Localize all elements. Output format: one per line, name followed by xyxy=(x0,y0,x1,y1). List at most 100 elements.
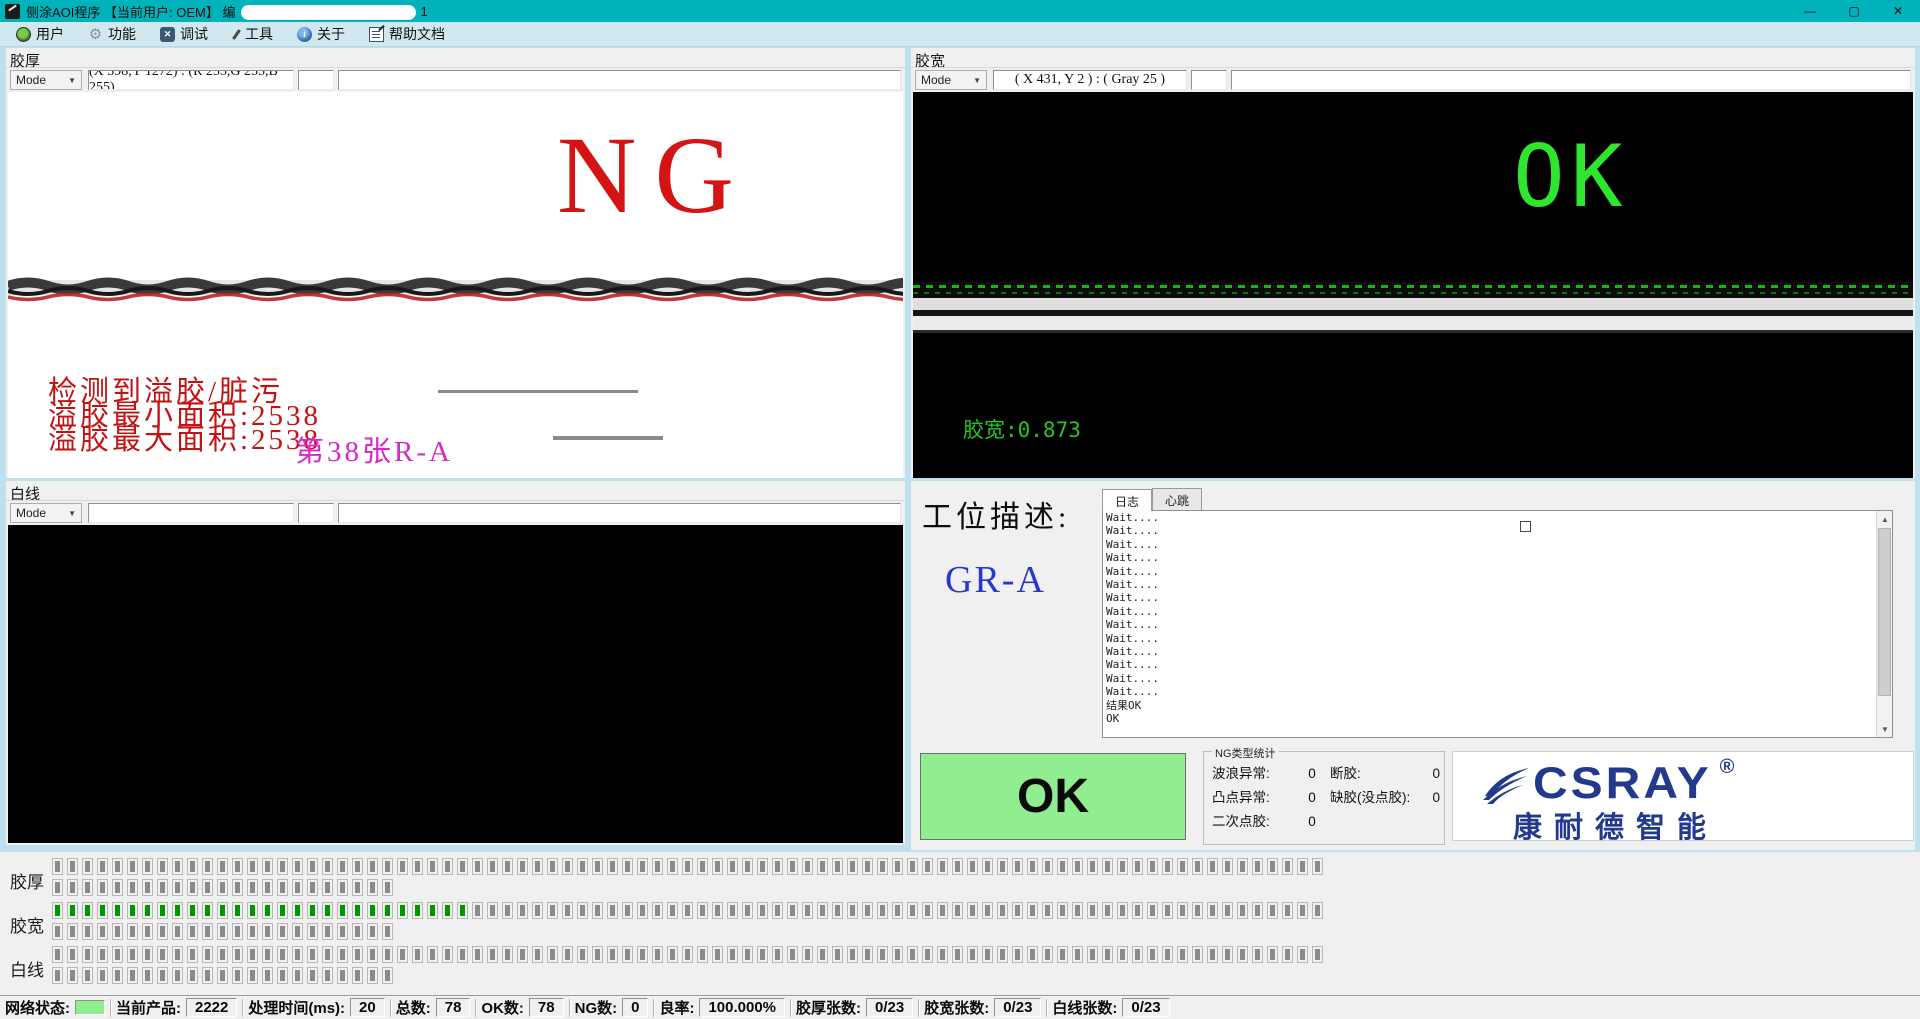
menu-item-label: 用户 xyxy=(36,24,64,44)
indicator-cell xyxy=(52,946,63,963)
indicator-cell xyxy=(1132,858,1143,875)
indicator-cell xyxy=(862,858,873,875)
indicator-cell xyxy=(127,902,138,919)
vendor-logo: CSRAY ® 康耐德智能 xyxy=(1452,751,1914,841)
menu-item-about[interactable]: 关于 xyxy=(289,22,353,46)
result-ok-button[interactable]: OK xyxy=(920,753,1186,840)
indicator-cell xyxy=(457,946,468,963)
log-list[interactable]: Wait....Wait....Wait....Wait....Wait....… xyxy=(1102,510,1893,738)
log-line: Wait.... xyxy=(1103,658,1892,671)
panel-jiaokuan: 胶宽 Mode▼ ( X 431, Y 2 ) : ( Gray 25 ) OK… xyxy=(911,48,1915,478)
baixian-wide-field[interactable] xyxy=(338,503,901,523)
defect-line-3: 溢胶最大面积:2538 xyxy=(48,428,321,452)
jiaokuan-mode-dropdown[interactable]: Mode▼ xyxy=(915,70,987,90)
indicator-cell xyxy=(922,858,933,875)
jiaohou-image-view[interactable]: NG 检测到溢胶/脏污 溢胶最小面积:2538 溢胶最大面积:2538 第38张… xyxy=(8,92,903,478)
close-button[interactable]: ✕ xyxy=(1876,0,1920,22)
indicator-cell xyxy=(127,879,138,896)
indicator-cell xyxy=(682,858,693,875)
indicator-cell xyxy=(157,946,168,963)
indicator-cell xyxy=(127,967,138,984)
ng-stats-grid: 波浪异常:0断胶:0凸点异常:0缺胶(没点胶):0二次点胶:0 xyxy=(1212,762,1442,834)
scroll-down-icon[interactable]: ▼ xyxy=(1877,721,1893,737)
title-bar: 侧涂AOI程序 【当前用户: OEM】 编 1 — ▢ ✕ xyxy=(0,0,1920,22)
baixian-small-field[interactable] xyxy=(298,503,334,523)
indicator-cell xyxy=(1192,858,1203,875)
scroll-up-icon[interactable]: ▲ xyxy=(1877,511,1893,527)
indicator-cell xyxy=(202,923,213,940)
baixian-coords-field[interactable] xyxy=(88,503,294,523)
menu-item-debug[interactable]: 调试 xyxy=(152,22,216,46)
indicator-cell xyxy=(667,858,678,875)
indicator-cell xyxy=(397,858,408,875)
indicator-cell xyxy=(862,946,873,963)
maximize-button[interactable]: ▢ xyxy=(1832,0,1876,22)
frame-tag-text: 第38张R-A xyxy=(295,428,453,470)
menu-item-label: 关于 xyxy=(317,24,345,44)
indicator-cell xyxy=(382,858,393,875)
ng-stat-value: 0 xyxy=(1422,786,1440,810)
jiaohou-small-field[interactable] xyxy=(298,70,334,90)
minimize-button[interactable]: — xyxy=(1788,0,1832,22)
indicator-cell xyxy=(217,946,228,963)
band-line xyxy=(913,330,1913,333)
log-scrollbar[interactable]: ▲ ▼ xyxy=(1876,511,1892,737)
jiaohou-coords-field[interactable]: (X 398,Y 1272) : (R 255,G 255,B 255) xyxy=(88,70,294,90)
indicator-cell xyxy=(502,902,513,919)
indicator-cell xyxy=(322,858,333,875)
jiaokuan-wide-field[interactable] xyxy=(1231,70,1911,90)
indicator-cell xyxy=(817,946,828,963)
jiaohou-wide-field[interactable] xyxy=(338,70,901,90)
band-white xyxy=(913,298,1913,310)
indicator-cell xyxy=(157,879,168,896)
baixian-mode-dropdown[interactable]: Mode▼ xyxy=(10,503,82,523)
menu-item-user[interactable]: 用户 xyxy=(8,22,72,46)
jiaokuan-small-field[interactable] xyxy=(1191,70,1227,90)
indicator-cell xyxy=(712,946,723,963)
indicator-cell xyxy=(1252,946,1263,963)
jiaokuan-image-view[interactable]: OK 胶宽:0.873 xyxy=(913,92,1913,478)
log-checkbox[interactable] xyxy=(1520,521,1531,532)
indicator-cell xyxy=(637,902,648,919)
jiaokuan-coords-field[interactable]: ( X 431, Y 2 ) : ( Gray 25 ) xyxy=(993,70,1187,90)
indicator-cell xyxy=(397,946,408,963)
log-line: Wait.... xyxy=(1103,565,1892,578)
indicator-cell xyxy=(772,946,783,963)
indicator-cell xyxy=(1147,946,1158,963)
scrollbar-thumb[interactable] xyxy=(1878,528,1891,696)
indicator-cell xyxy=(847,946,858,963)
indicator-cell xyxy=(1057,902,1068,919)
indicator-cell xyxy=(1252,902,1263,919)
indicator-cell xyxy=(292,902,303,919)
ng-stat-label: 凸点异常: xyxy=(1212,786,1294,810)
statusbar-item: 当前产品:2222 xyxy=(111,996,242,1019)
indicator-cell xyxy=(922,902,933,919)
chevron-down-icon: ▼ xyxy=(68,76,76,85)
station-desc-label: 工位描述: xyxy=(922,492,1070,536)
ng-stat-label xyxy=(1330,810,1422,834)
statusbar-label: 网络状态: xyxy=(5,997,70,1018)
indicator-group-label: 胶宽 xyxy=(10,912,50,937)
app-window: 侧涂AOI程序 【当前用户: OEM】 编 1 — ▢ ✕ 用户 ⚙功能调试 工具 关… xyxy=(0,0,1920,1019)
tab-heartbeat[interactable]: 心跳 xyxy=(1152,488,1202,511)
jiaohou-mode-dropdown[interactable]: Mode▼ xyxy=(10,70,82,90)
log-line: Wait.... xyxy=(1103,685,1892,698)
menu-item-tools[interactable]: 工具 xyxy=(224,22,281,46)
indicator-cell xyxy=(202,858,213,875)
log-line: Wait.... xyxy=(1103,605,1892,618)
menu-item-func[interactable]: ⚙功能 xyxy=(80,22,144,46)
statusbar-value: 0 xyxy=(622,998,648,1017)
baixian-image-view[interactable] xyxy=(8,525,903,843)
indicator-cell xyxy=(1012,858,1023,875)
ng-stats-title: NG类型统计 xyxy=(1212,745,1279,761)
indicator-cell xyxy=(307,946,318,963)
indicator-cell xyxy=(262,946,273,963)
menu-item-label: 工具 xyxy=(245,24,273,44)
panel-baixian-title: 白线 xyxy=(6,481,905,500)
ng-stat-label: 断胶: xyxy=(1330,762,1422,786)
window-title-suffix: 1 xyxy=(420,4,427,19)
menu-item-help[interactable]: 帮助文档 xyxy=(361,22,453,46)
tab-log[interactable]: 日志 xyxy=(1102,489,1152,511)
indicator-cell xyxy=(352,967,363,984)
indicator-cell xyxy=(1057,946,1068,963)
